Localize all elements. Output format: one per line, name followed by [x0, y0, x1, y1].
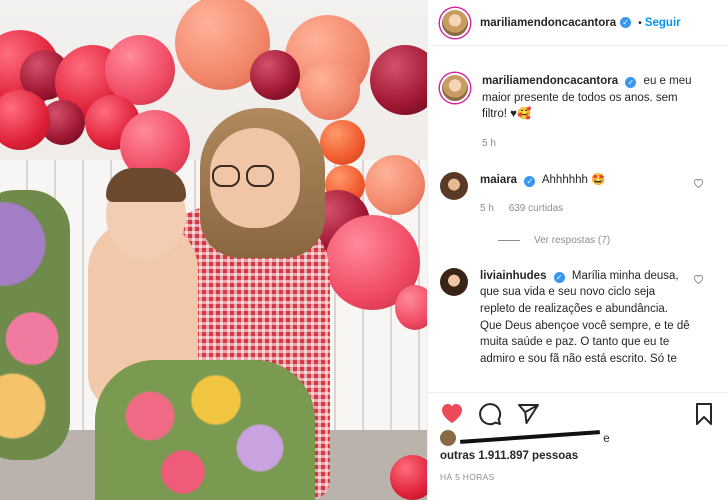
balloon: [395, 285, 427, 330]
post-header: mariliamendoncacantora ✓ • Seguir: [428, 0, 727, 46]
comment-time[interactable]: 5 h: [480, 203, 494, 214]
comment-username[interactable]: liviainhudes: [480, 270, 546, 282]
caption-body: mariliamendoncacantora ✓ eu e meu maior …: [482, 73, 694, 152]
caption-username[interactable]: mariliamendoncacantora: [482, 75, 618, 87]
liker-avatar[interactable]: [440, 430, 456, 446]
caption: mariliamendoncacantora ✓ eu e meu maior …: [440, 73, 716, 152]
glasses: [212, 165, 276, 187]
comments-list[interactable]: mariliamendoncacantora ✓ eu e meu maior …: [428, 47, 727, 387]
likes-count[interactable]: outras 1.911.897 pessoas: [440, 450, 578, 462]
verified-badge-icon: ✓: [625, 77, 637, 88]
redacted-text: [460, 430, 600, 444]
view-replies-button[interactable]: Ver respostas (7): [498, 235, 716, 246]
baby-hair: [106, 168, 186, 202]
flower-bouquet-left: [0, 190, 70, 460]
bookmark-icon[interactable]: [692, 402, 716, 426]
comment-icon[interactable]: [478, 402, 502, 426]
instagram-post: mariliamendoncacantora ✓ • Seguir marili…: [0, 0, 727, 500]
verified-badge-icon: ✓: [524, 175, 536, 187]
comment-text: Ahhhhhh 🤩: [541, 173, 606, 186]
caption-time[interactable]: 5 h: [482, 138, 496, 149]
verified-badge-icon: ✓: [553, 271, 565, 283]
comment-meta: 5 h 639 curtidas: [480, 202, 692, 217]
balloon: [370, 45, 427, 115]
post-timestamp[interactable]: HÁ 5 HORAS: [440, 472, 495, 482]
separator-dot: •: [638, 16, 642, 29]
comment-body: liviainhudes ✓ Marília minha deusa, que …: [480, 268, 692, 368]
balloon: [300, 60, 360, 120]
comment-username[interactable]: maiara: [480, 174, 517, 186]
comment-body: maiara ✓ Ahhhhhh 🤩 5 h 639 curtidas: [480, 172, 692, 217]
heart-filled-icon[interactable]: [440, 402, 464, 426]
balloon: [320, 120, 365, 165]
caption-meta: 5 h: [482, 137, 694, 152]
header-username[interactable]: mariliamendoncacantora: [480, 17, 616, 29]
comment-avatar[interactable]: [440, 171, 468, 200]
verified-badge-icon: ✓: [620, 17, 632, 28]
balloon: [365, 155, 425, 215]
post-photo[interactable]: [0, 0, 427, 500]
comment-likes[interactable]: 639 curtidas: [509, 203, 563, 214]
follow-button[interactable]: Seguir: [645, 17, 681, 29]
action-bar: [428, 392, 727, 434]
caption-avatar[interactable]: [440, 73, 470, 103]
view-replies-label[interactable]: Ver respostas (7): [534, 235, 610, 246]
balloon: [390, 455, 427, 500]
avatar[interactable]: [440, 7, 470, 38]
replies-line: [498, 239, 520, 241]
heart-outline-icon[interactable]: [693, 274, 704, 287]
heart-outline-icon[interactable]: [693, 178, 704, 191]
flower-bouquet-front: [95, 360, 315, 500]
share-icon[interactable]: [516, 402, 540, 426]
comment-text: Marília minha deusa, que sua vida e seu …: [480, 269, 690, 366]
comment-avatar[interactable]: [440, 267, 468, 296]
likes-summary[interactable]: e outras 1.911.897 pessoas: [440, 430, 716, 466]
comment-item: liviainhudes ✓ Marília minha deusa, que …: [440, 267, 716, 368]
likes-and: e: [603, 433, 610, 445]
balloon: [250, 50, 300, 100]
post-side-panel: mariliamendoncacantora ✓ • Seguir marili…: [427, 0, 727, 500]
comment-item: maiara ✓ Ahhhhhh 🤩 5 h 639 curtidas: [440, 171, 716, 217]
